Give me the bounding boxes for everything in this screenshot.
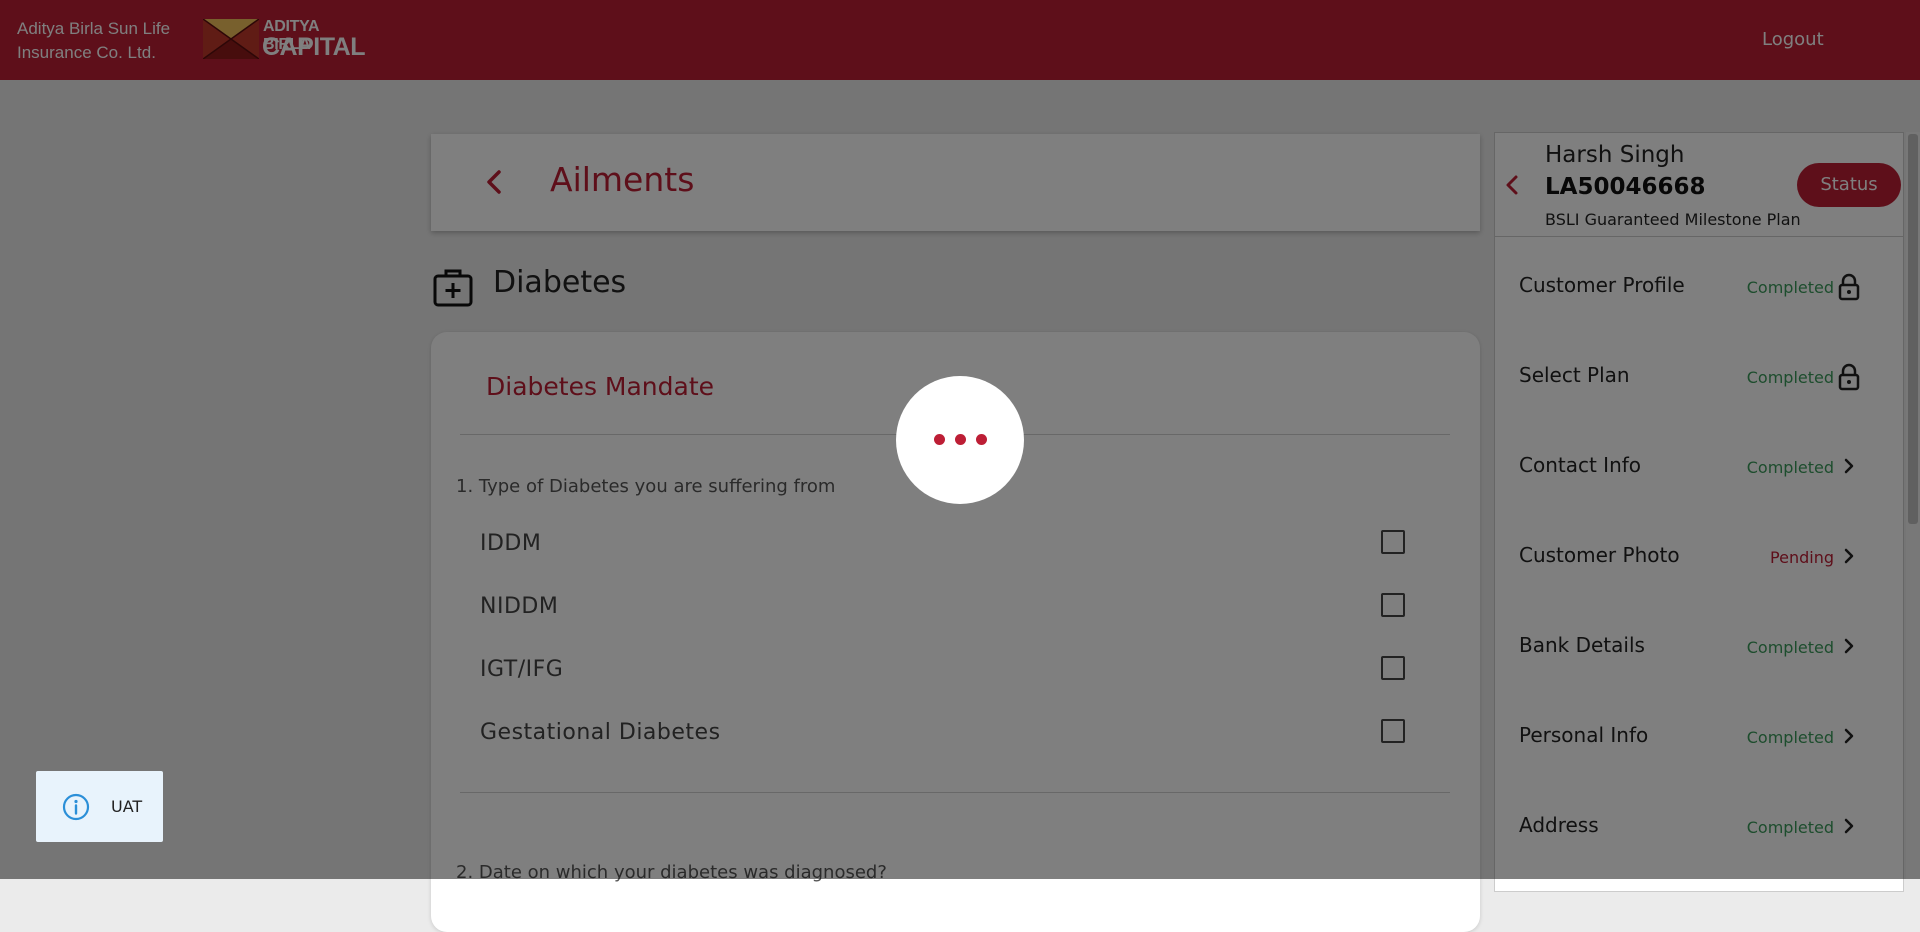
environment-badge: UAT [36, 771, 163, 842]
loading-dot [976, 434, 987, 445]
environment-label: UAT [111, 797, 143, 816]
loading-dot [934, 434, 945, 445]
loading-dot [955, 434, 966, 445]
info-icon [62, 793, 90, 821]
loading-spinner [896, 376, 1024, 504]
